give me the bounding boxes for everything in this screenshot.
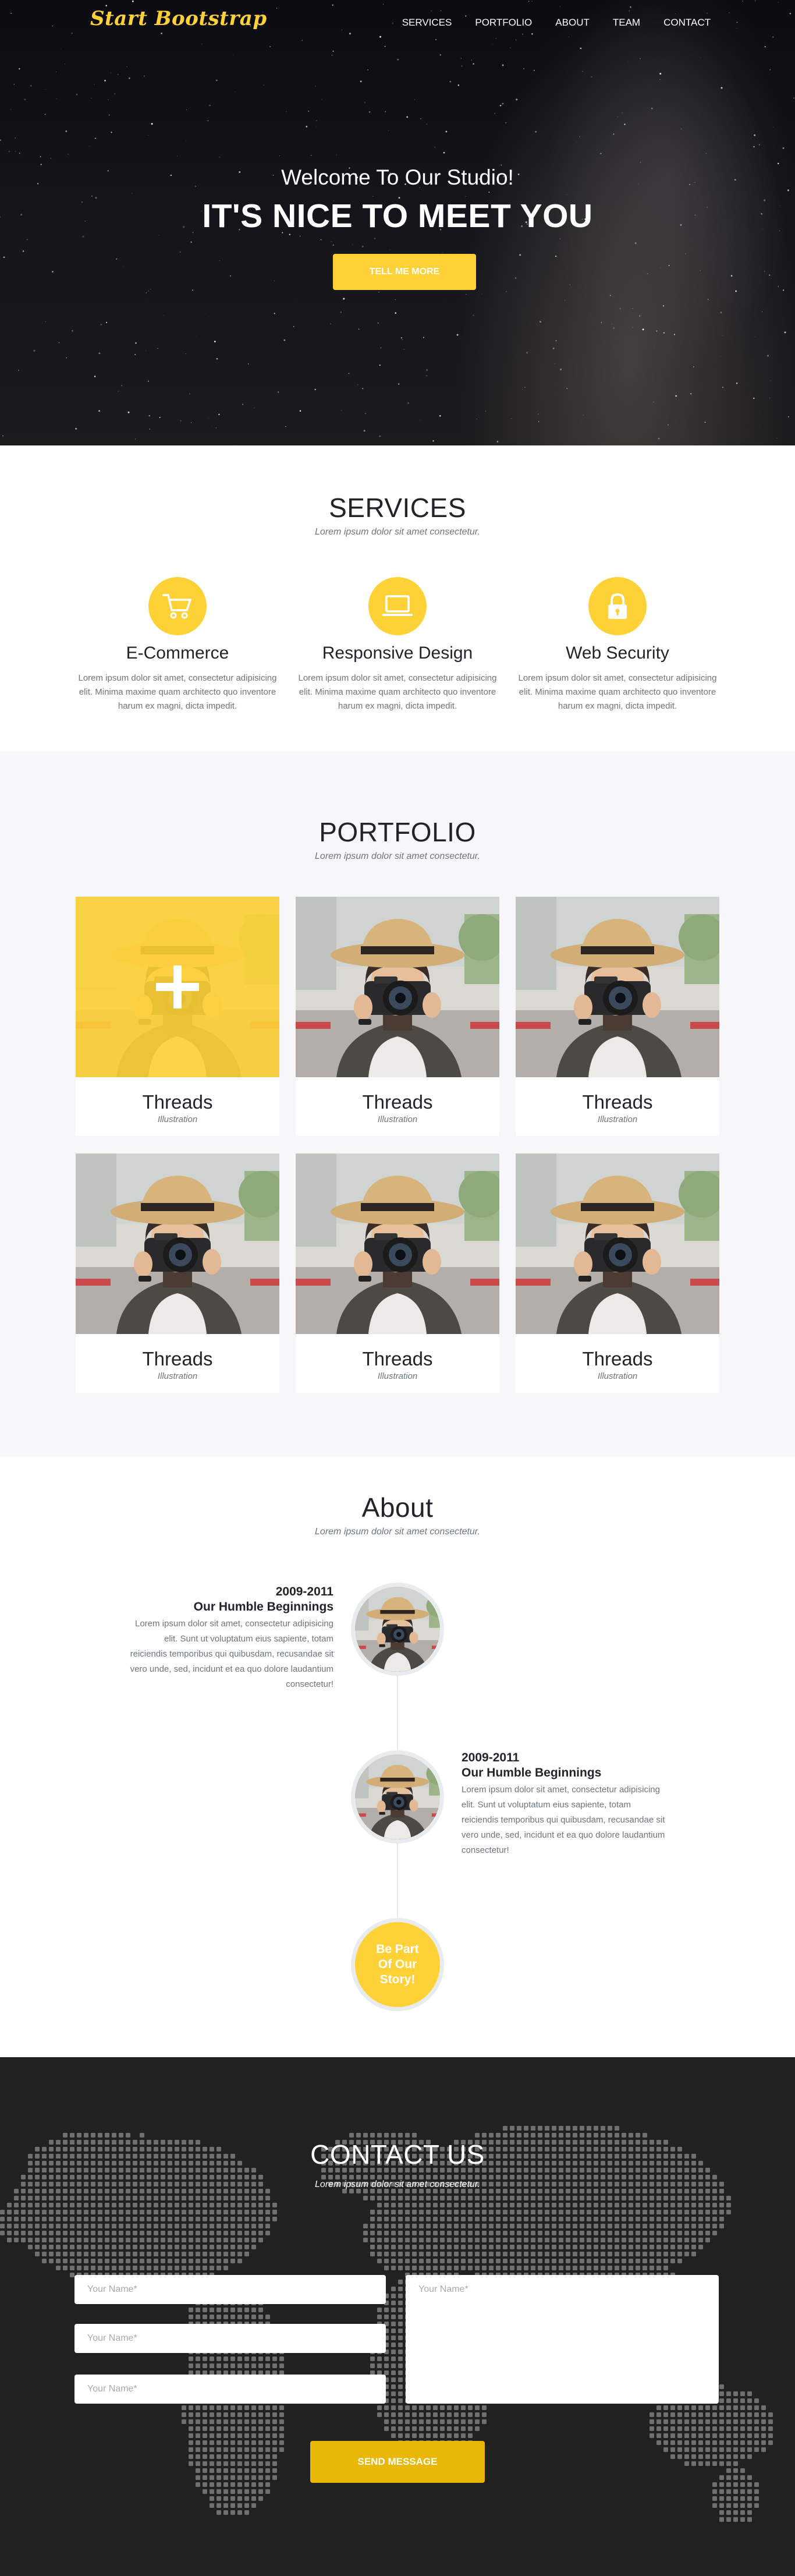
timeline-text: Lorem ipsum dolor sit amet, consectetur … [130,1619,333,1689]
hero-subheading: Welcome To Our Studio! [281,165,514,189]
service-text: Lorem ipsum dolor sit amet, consectetur … [298,673,497,711]
portfolio-title: Threads [142,1348,213,1370]
nav-links: SERVICES PORTFOLIO ABOUT TEAM CONTACT [379,17,711,29]
timeline-title: Our Humble Beginnings [462,1766,602,1779]
send-message-button[interactable]: SEND MESSAGE [310,2441,485,2483]
woman-with-camera-photo [76,1153,279,1334]
service-icon-circle [368,577,427,635]
portfolio-image[interactable] [516,897,719,1077]
service-ecommerce: E-Commerce Lorem ipsum dolor sit amet, c… [68,577,288,713]
portfolio-item[interactable]: Threads Illustration [516,897,719,1136]
portfolio-item[interactable]: Threads Illustration [76,897,279,1136]
contact-section: CONTACT US Lorem ipsum dolor sit amet co… [0,2057,795,2576]
portfolio-image[interactable] [76,897,279,1077]
timeline-entry-1: 2009-2011 Our Humble Beginnings Lorem ip… [127,1585,333,1692]
timeline-year: 2009-2011 [462,1751,520,1764]
portfolio-caption: Illustration [597,1114,638,1124]
shopping-cart-icon [162,594,191,619]
services-heading: SERVICES [329,493,466,523]
portfolio-image[interactable] [516,1153,719,1334]
portfolio-title: Threads [582,1091,653,1113]
name-input[interactable] [74,2275,386,2304]
portfolio-title: Threads [362,1091,433,1113]
woman-with-camera-photo [355,1587,440,1672]
hero-heading: IT'S NICE TO MEET YOU [202,197,593,235]
portfolio-caption: Illustration [377,1371,418,1381]
portfolio-hover-overlay[interactable] [76,897,279,1077]
services-row: E-Commerce Lorem ipsum dolor sit amet, c… [0,577,795,713]
services-subheading: Lorem ipsum dolor sit amet consectetur. [315,527,480,537]
portfolio-heading: PORTFOLIO [319,817,476,847]
about-heading: About [361,1492,434,1523]
nav-link-services[interactable]: SERVICES [402,17,452,29]
about-section: About Lorem ipsum dolor sit amet consect… [0,1457,795,2057]
laptop-icon [382,595,413,616]
tell-me-more-button[interactable]: TELL ME MORE [333,254,476,290]
timeline-entry-2: 2009-2011 Our Humble Beginnings Lorem ip… [462,1751,668,1858]
timeline-year: 2009-2011 [275,1585,333,1598]
service-security: Web Security Lorem ipsum dolor sit amet,… [507,577,727,713]
name-input[interactable] [74,2324,386,2353]
woman-with-camera-photo [516,897,719,1077]
service-title: Web Security [566,643,669,663]
portfolio-subheading: Lorem ipsum dolor sit amet consectetur. [315,851,480,861]
service-text: Lorem ipsum dolor sit amet, consectetur … [78,673,277,711]
portfolio-caption: Illustration [157,1371,198,1381]
be-part-of-our-story: Be Part Of Our Story! [351,1918,444,2011]
contact-heading: CONTACT US [310,2139,485,2170]
service-icon-circle [148,577,207,635]
portfolio-caption: Illustration [157,1114,198,1124]
services-section: SERVICES Lorem ipsum dolor sit amet cons… [0,445,795,751]
timeline-title: Our Humble Beginnings [193,1600,333,1613]
portfolio-image[interactable] [296,1153,499,1334]
message-textarea[interactable] [406,2275,719,2404]
portfolio-item[interactable]: Threads Illustration [516,1153,719,1393]
service-responsive: Responsive Design Lorem ipsum dolor sit … [288,577,507,713]
name-input[interactable] [74,2375,386,2404]
portfolio-caption: Illustration [377,1114,418,1124]
service-icon-circle [588,577,647,635]
service-title: E-Commerce [126,643,229,663]
portfolio-title: Threads [362,1348,433,1370]
portfolio-grid: Threads Illustration Threads Illustratio… [76,897,719,1393]
plus-icon [156,965,199,1009]
hero-section: Start Bootstrap SERVICES PORTFOLIO ABOUT… [0,0,795,445]
portfolio-item[interactable]: Threads Illustration [76,1153,279,1393]
nav-link-contact[interactable]: CONTACT [663,17,711,29]
woman-with-camera-photo [355,1754,440,1839]
portfolio-item[interactable]: Threads Illustration [296,897,499,1136]
nav-link-portfolio[interactable]: PORTFOLIO [475,17,532,29]
woman-with-camera-photo [296,1153,499,1334]
portfolio-title: Threads [142,1091,213,1113]
woman-with-camera-photo [516,1153,719,1334]
nav-link-team[interactable]: TEAM [613,17,640,29]
portfolio-title: Threads [582,1348,653,1370]
timeline-image [351,1750,444,1843]
portfolio-image[interactable] [76,1153,279,1334]
lock-icon [608,593,627,619]
timeline-text: Lorem ipsum dolor sit amet, consectetur … [462,1785,665,1855]
brand-logo[interactable]: Start Bootstrap [90,7,267,30]
service-text: Lorem ipsum dolor sit amet, consectetur … [518,673,717,711]
portfolio-section: PORTFOLIO Lorem ipsum dolor sit amet con… [0,751,795,1457]
portfolio-caption: Illustration [597,1371,638,1381]
woman-with-camera-photo [296,897,499,1077]
about-subheading: Lorem ipsum dolor sit amet consectetur. [315,1527,480,1537]
portfolio-image[interactable] [296,897,499,1077]
contact-subheading: Lorem ipsum dolor sit amet consectetur. [315,2179,480,2189]
navbar: Start Bootstrap SERVICES PORTFOLIO ABOUT… [0,0,795,44]
nav-link-about[interactable]: ABOUT [555,17,590,29]
service-title: Responsive Design [322,643,473,663]
portfolio-item[interactable]: Threads Illustration [296,1153,499,1393]
timeline-image [351,1583,444,1676]
